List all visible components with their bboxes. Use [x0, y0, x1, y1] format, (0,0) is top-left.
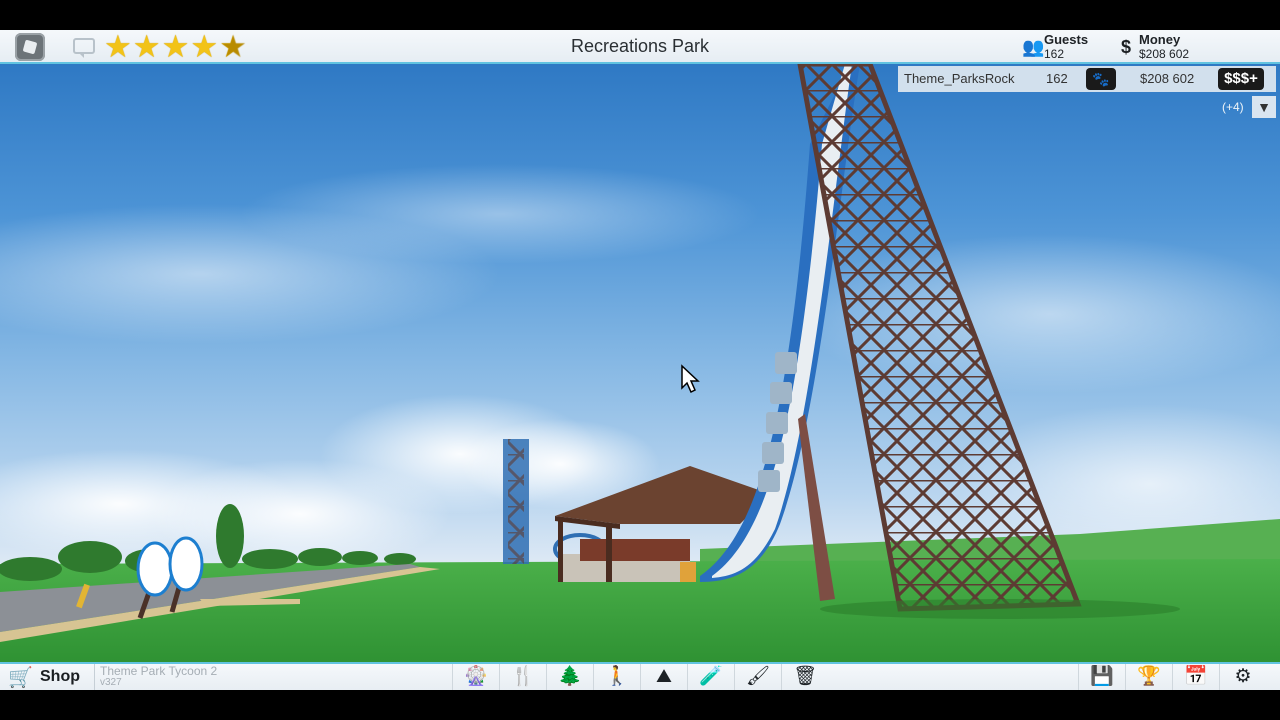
player-guests: 162: [1046, 71, 1068, 86]
save-icon[interactable]: 💾: [1078, 664, 1125, 690]
park-scene: [0, 64, 1280, 662]
top-bar: ★ ★ ★ ★ ★ Recreations Park 👥 Guests 162 …: [0, 30, 1280, 64]
player-name: Theme_ParksRock: [904, 71, 1015, 86]
player-list-row[interactable]: Theme_ParksRock 162 🐾 $208 602 $$$+: [898, 66, 1276, 92]
dollar-icon: $: [1121, 37, 1132, 57]
letterbox-bottom: [0, 690, 1280, 720]
letterbox-top: [0, 0, 1280, 30]
more-players-count: (+4): [1222, 100, 1244, 114]
shop-label: Shop: [40, 668, 80, 685]
game-viewport[interactable]: [0, 64, 1280, 662]
game-name: Theme Park Tycoon 2: [100, 664, 218, 678]
distant-tower: [503, 439, 529, 564]
guests-icon: 👥: [1022, 37, 1045, 57]
scenery-icon[interactable]: 🌲: [546, 664, 593, 690]
add-money-button[interactable]: $$$+: [1218, 68, 1264, 90]
terrain-icon[interactable]: ⛰: [640, 664, 687, 690]
paint-icon[interactable]: 🖌: [734, 664, 781, 690]
guests-label: Guests: [1044, 32, 1089, 47]
game-version: v327: [100, 677, 122, 688]
food-stalls-icon[interactable]: 🍴: [499, 664, 546, 690]
paw-icon[interactable]: 🐾: [1086, 68, 1116, 90]
divider: [94, 664, 95, 690]
rides-icon[interactable]: 🎡: [452, 664, 499, 690]
money-value: $208 602: [1139, 47, 1190, 61]
cart-icon: 🛒: [8, 667, 33, 689]
money-label: Money: [1139, 32, 1181, 47]
shop-button[interactable]: 🛒 Shop: [4, 664, 90, 690]
settings-icon[interactable]: ⚙: [1219, 664, 1266, 690]
trophy-icon[interactable]: 🏆: [1125, 664, 1172, 690]
mouse-cursor-icon: [681, 364, 700, 394]
paths-icon[interactable]: 🚶: [593, 664, 640, 690]
guests-value: 162: [1044, 47, 1065, 61]
player-money: $208 602: [1140, 71, 1195, 86]
bottom-bar: 🛒 Shop Theme Park Tycoon 2 v327 🎡 🍴 🌲 🚶 ⛰ 🧪 🖌 🗑…: [0, 662, 1280, 690]
expand-player-list-button[interactable]: ▼: [1252, 96, 1276, 118]
delete-icon[interactable]: 🗑: [781, 664, 828, 690]
calendar-icon[interactable]: 📅: [1172, 664, 1219, 690]
eyedropper-icon[interactable]: 🧪: [687, 664, 734, 690]
